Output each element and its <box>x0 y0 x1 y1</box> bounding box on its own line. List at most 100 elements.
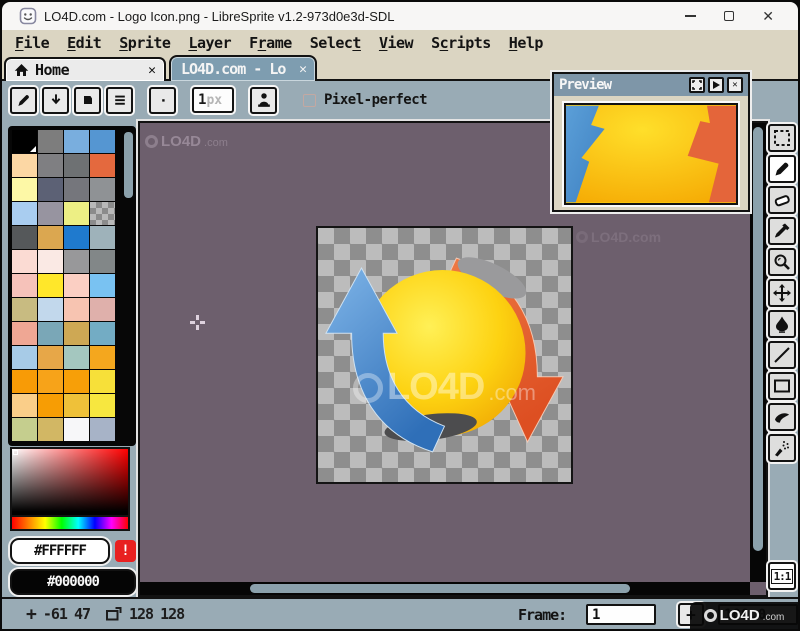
vertical-scrollbar-thumb[interactable] <box>753 127 763 551</box>
brush-size-input[interactable]: 1px <box>192 87 234 113</box>
palette-swatch[interactable] <box>12 130 37 153</box>
palette-swatch[interactable] <box>38 226 63 249</box>
brush-preview-button[interactable] <box>149 87 176 114</box>
line-tool[interactable] <box>768 341 796 369</box>
foreground-ink-button[interactable] <box>10 87 37 114</box>
palette-swatch[interactable] <box>90 298 115 321</box>
palette-swatch[interactable] <box>12 202 37 225</box>
palette-swatch[interactable] <box>90 346 115 369</box>
palette-swatch[interactable] <box>38 178 63 201</box>
menu-edit[interactable]: Edit <box>58 32 110 54</box>
palette-swatch[interactable] <box>38 274 63 297</box>
palette-swatch[interactable] <box>64 298 89 321</box>
palette-swatch[interactable] <box>12 370 37 393</box>
palette-swatch[interactable] <box>38 298 63 321</box>
palette-swatch[interactable] <box>12 178 37 201</box>
palette-swatch[interactable] <box>12 418 37 441</box>
canvas[interactable]: LO4D .com <box>316 226 573 484</box>
zoom-tool[interactable] <box>768 248 796 276</box>
eraser-tool[interactable] <box>768 186 796 214</box>
palette-swatch[interactable] <box>90 274 115 297</box>
minimize-icon[interactable] <box>685 15 696 17</box>
preview-title-bar[interactable]: Preview ✕ <box>554 74 748 96</box>
palette-swatch[interactable] <box>12 154 37 177</box>
pencil-tool[interactable] <box>768 155 796 183</box>
menu-layer[interactable]: Layer <box>179 32 240 54</box>
palette-swatch[interactable] <box>90 322 115 345</box>
palette-swatch[interactable] <box>12 346 37 369</box>
palette-swatch[interactable] <box>38 154 63 177</box>
close-icon[interactable]: ✕ <box>762 9 774 23</box>
menu-select[interactable]: Select <box>301 32 370 54</box>
palette-swatch[interactable] <box>12 298 37 321</box>
preview-close-button[interactable]: ✕ <box>727 77 743 93</box>
palette-swatch[interactable] <box>64 346 89 369</box>
eyedropper-tool[interactable] <box>768 217 796 245</box>
palette-swatch[interactable] <box>64 226 89 249</box>
rectangle-tool[interactable] <box>768 372 796 400</box>
palette-swatch[interactable] <box>38 202 63 225</box>
menu-frame[interactable]: Frame <box>240 32 301 54</box>
palette-swatch[interactable] <box>90 394 115 417</box>
tab-document[interactable]: LO4D.com - Lo ✕ <box>169 55 317 81</box>
palette-swatch[interactable] <box>90 226 115 249</box>
title-bar[interactable]: LO4D.com - Logo Icon.png - LibreSprite v… <box>2 2 798 30</box>
zoom-1-1-button[interactable]: 1:1 <box>768 562 796 590</box>
saturation-value-picker[interactable] <box>10 447 130 517</box>
palette-swatch[interactable] <box>64 250 89 273</box>
menu-scripts[interactable]: Scripts <box>422 32 500 54</box>
palette-swatch[interactable] <box>90 370 115 393</box>
menu-file[interactable]: File <box>6 32 58 54</box>
tab-document-close-icon[interactable]: ✕ <box>299 62 307 77</box>
palette-swatch[interactable] <box>12 226 37 249</box>
arrow-down-button[interactable] <box>42 87 69 114</box>
palette-swatch[interactable] <box>64 322 89 345</box>
ink-type-button[interactable] <box>250 87 277 114</box>
palette-swatch[interactable] <box>12 274 37 297</box>
palette-swatch[interactable] <box>38 370 63 393</box>
menu-help[interactable]: Help <box>500 32 552 54</box>
palette-swatch[interactable] <box>64 394 89 417</box>
pixel-perfect-checkbox[interactable] <box>303 94 316 107</box>
palette-swatch[interactable] <box>90 202 115 225</box>
spray-tool[interactable] <box>768 434 796 462</box>
palette-swatch[interactable] <box>64 274 89 297</box>
palette-swatch[interactable] <box>38 394 63 417</box>
palette-swatch[interactable] <box>90 178 115 201</box>
palette-warning-button[interactable]: ! <box>115 540 136 562</box>
palette-scrollbar[interactable] <box>124 132 133 198</box>
palette-swatch[interactable] <box>90 250 115 273</box>
horizontal-scrollbar[interactable] <box>140 582 750 595</box>
palette-swatch[interactable] <box>64 370 89 393</box>
hue-slider[interactable] <box>10 517 130 531</box>
palette-swatch[interactable] <box>64 202 89 225</box>
preview-play-button[interactable] <box>708 77 724 93</box>
palette-swatch[interactable] <box>90 154 115 177</box>
tab-home[interactable]: Home ✕ <box>4 57 166 81</box>
foreground-color-button[interactable]: #FFFFFF <box>10 538 110 564</box>
palette-swatch[interactable] <box>38 130 63 153</box>
options-menu-button[interactable] <box>106 87 133 114</box>
contour-tool[interactable] <box>768 403 796 431</box>
move-tool[interactable] <box>768 279 796 307</box>
palette-swatch[interactable] <box>12 394 37 417</box>
palette-swatch[interactable] <box>38 250 63 273</box>
palette-swatch[interactable] <box>90 130 115 153</box>
brush-shape-button[interactable] <box>74 87 101 114</box>
palette-swatch[interactable] <box>12 322 37 345</box>
rectangular-marquee-tool[interactable] <box>768 124 796 152</box>
palette-swatch[interactable] <box>64 154 89 177</box>
palette-swatch[interactable] <box>64 130 89 153</box>
palette-swatch[interactable] <box>12 250 37 273</box>
preview-center-button[interactable] <box>689 77 705 93</box>
palette-swatch[interactable] <box>90 418 115 441</box>
palette-swatch[interactable] <box>38 322 63 345</box>
menu-view[interactable]: View <box>370 32 422 54</box>
paint-bucket-tool[interactable] <box>768 310 796 338</box>
menu-sprite[interactable]: Sprite <box>110 32 179 54</box>
vertical-scrollbar[interactable] <box>750 123 766 582</box>
frame-input[interactable] <box>586 604 656 625</box>
palette-swatch[interactable] <box>38 346 63 369</box>
palette-swatch[interactable] <box>38 418 63 441</box>
background-color-button[interactable]: #000000 <box>10 569 136 595</box>
